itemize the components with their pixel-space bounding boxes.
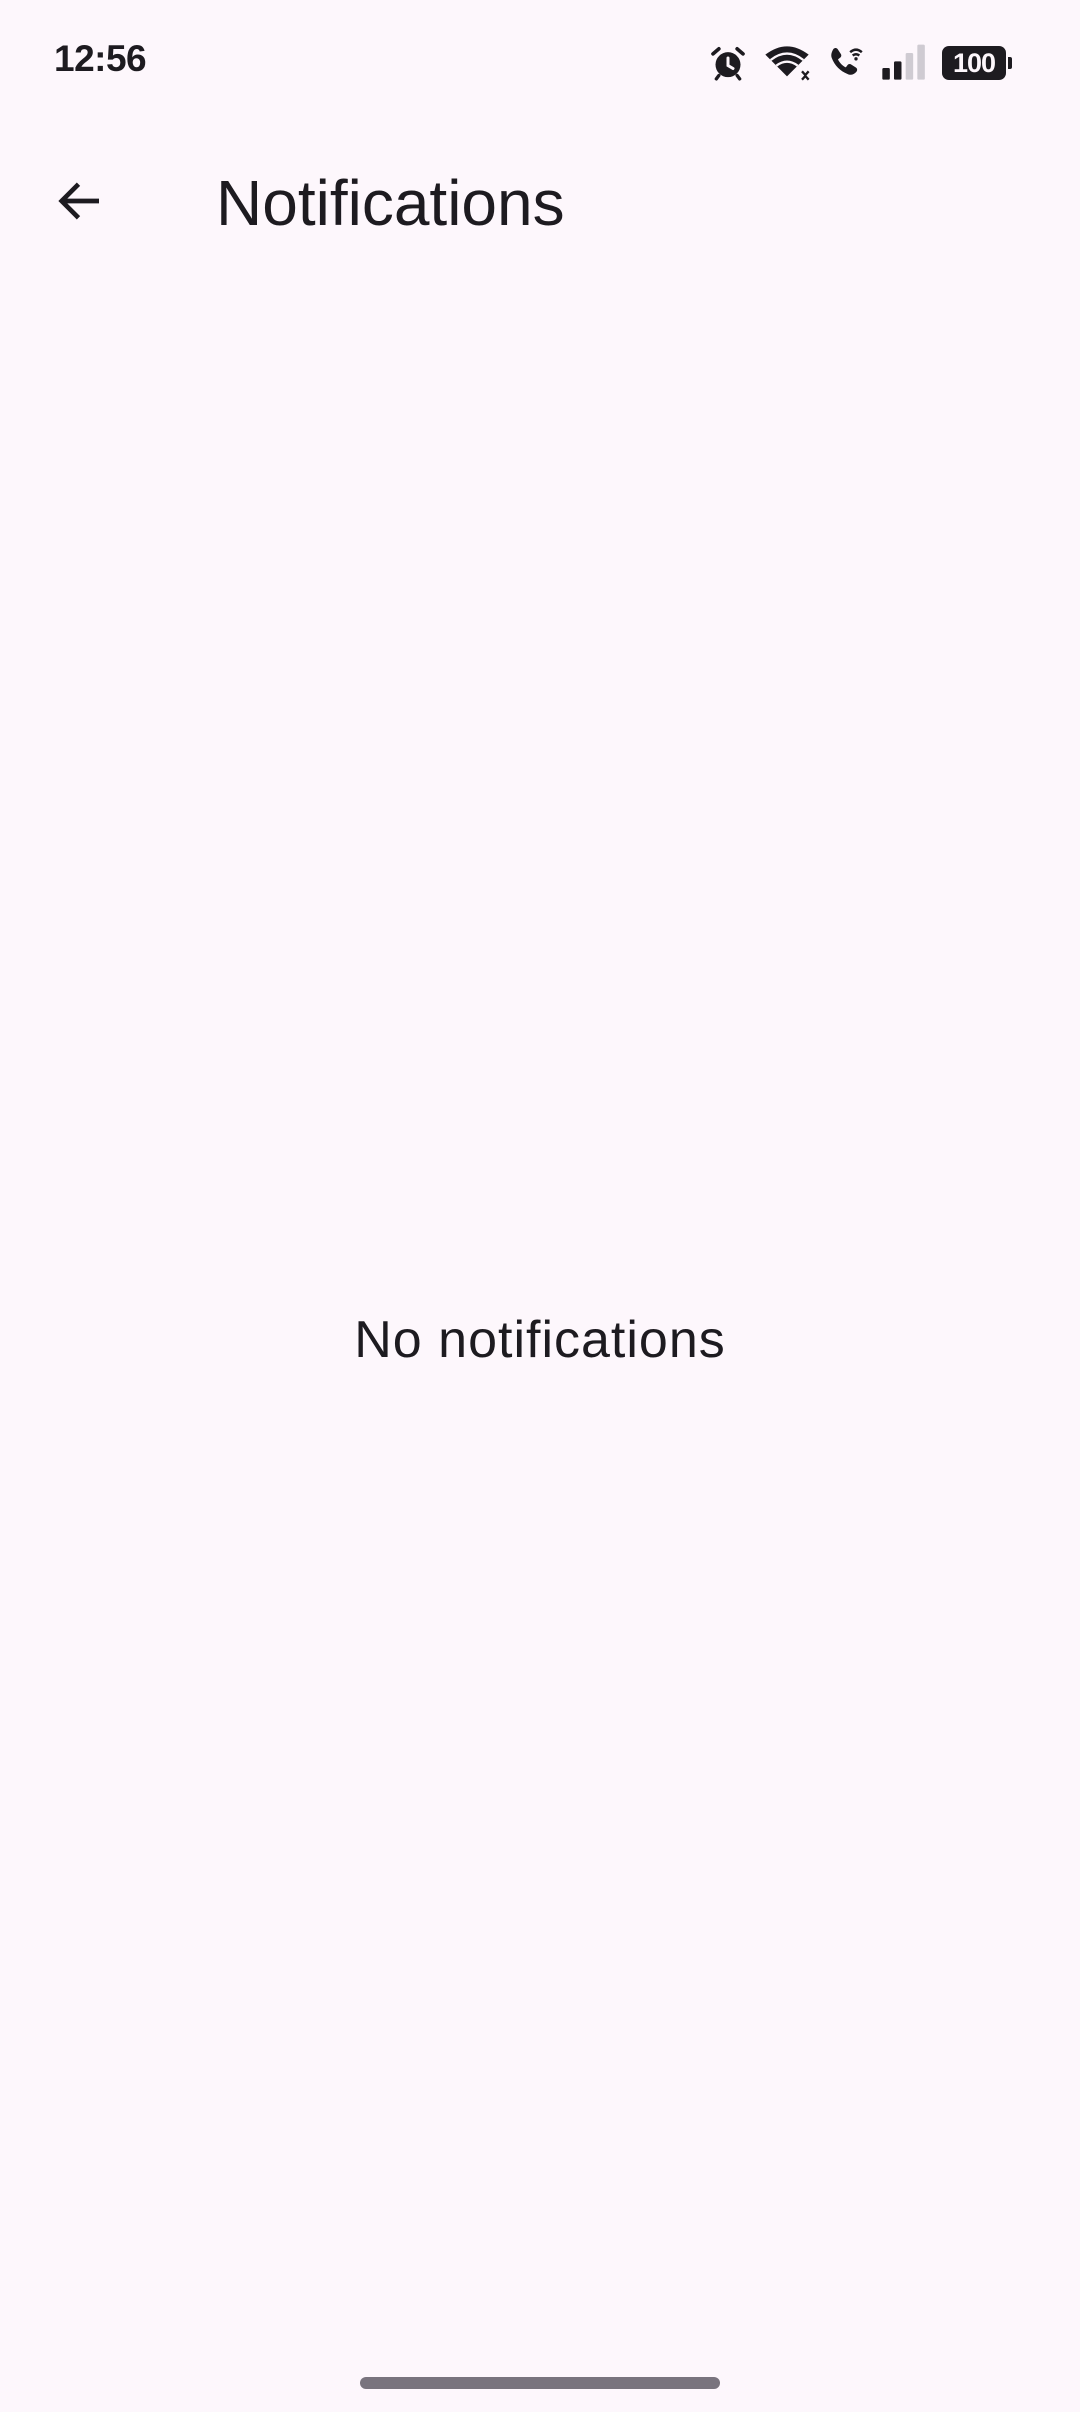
status-time: 12:56 — [54, 38, 147, 79]
empty-state-message: No notifications — [354, 1311, 726, 1369]
back-button[interactable] — [34, 159, 122, 247]
status-bar: 12:56 100 — [0, 0, 1080, 120]
signal-icon — [880, 43, 928, 83]
battery-icon: 100 — [942, 46, 1012, 80]
page-title: Notifications — [216, 167, 565, 239]
wifi-calling-icon — [826, 43, 866, 83]
home-indicator[interactable] — [360, 2377, 720, 2389]
arrow-back-icon — [50, 173, 106, 234]
wifi-icon — [762, 43, 812, 83]
status-icons: 100 — [708, 38, 1012, 88]
alarm-icon — [708, 43, 748, 83]
top-app-bar: Notifications — [0, 140, 1080, 266]
